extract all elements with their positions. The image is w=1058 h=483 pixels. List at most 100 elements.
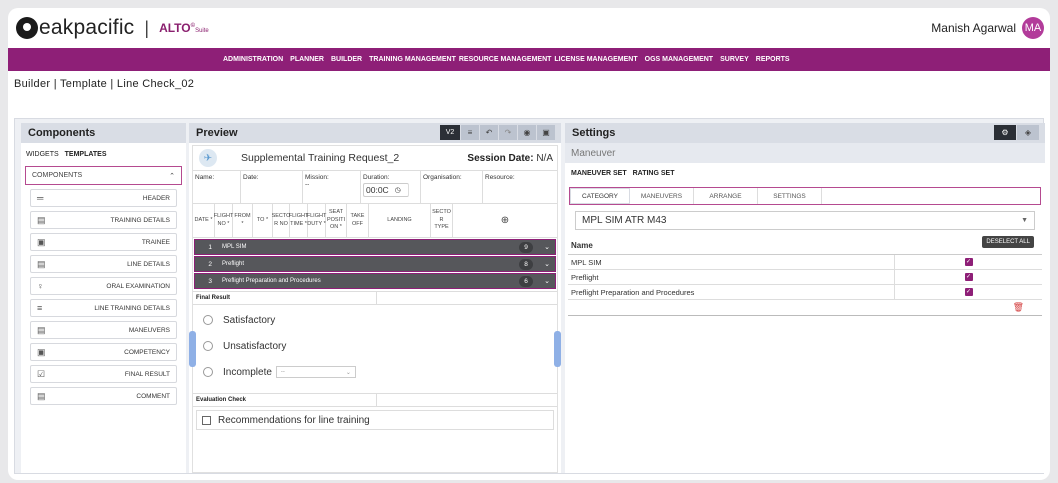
save-icon[interactable]: ▣ [537,125,555,140]
gear-icon[interactable]: ⚙ [994,125,1016,140]
preview-toolbar: V2 ≡ ↶ ↷ ◉ ▣ [440,125,555,140]
nav-survey[interactable]: SURVEY [720,56,749,63]
component-label: FINAL RESULT [124,370,170,378]
tab-templates[interactable]: TEMPLATES [65,151,107,158]
document-icon: ▤ [37,324,46,335]
logo[interactable]: eakpacific | ALTO©Suite [16,16,209,40]
tab-category[interactable]: CATEGORY [570,188,630,204]
tab-maneuvers[interactable]: MANEUVERS [630,188,694,204]
chevron-down-icon[interactable]: ⌄ [544,277,550,285]
components-select-label: COMPONENTS [32,172,83,179]
rating-set-link[interactable]: RATING SET [633,170,675,177]
radio-icon [203,341,213,351]
nav-builder[interactable]: BUILDER [331,56,362,63]
settings-links: MANEUVER SET RATING SET [565,163,1045,183]
incomplete-select[interactable]: -- ⌄ [275,366,356,378]
option-incomplete[interactable]: Incomplete -- ⌄ [193,359,557,385]
component-item[interactable]: ▣ COMPETENCY [30,343,177,361]
maneuver-rows: 1 MPL SIM 9 ⌄ 2 Preflight 8 ⌄ 3 Preflight Prepara… [193,239,557,289]
layers-icon[interactable]: ◈ [1017,125,1039,140]
name-column-header: Name [571,241,593,250]
component-item[interactable]: ▣ TRAINEE [30,233,177,251]
option-satisfactory[interactable]: Satisfactory [193,307,557,333]
deselect-all-button[interactable]: DESELECT ALL [982,236,1034,248]
checkbox-checked-icon[interactable]: ✓ [964,288,973,296]
brand-separator: | [144,17,150,38]
eye-icon[interactable]: ◉ [518,125,536,140]
settings-tabs: CATEGORY MANEUVERS ARRANGE SETTINGS [569,187,1041,205]
table-row[interactable]: Preflight Preparation and Procedures ✓ [568,285,1042,300]
component-item[interactable]: ☑ FINAL RESULT [30,365,177,383]
checkbox-checked-icon[interactable]: ✓ [964,273,973,281]
component-label: TRAINEE [141,238,170,246]
col-seat-position: SEAT POSITI ON * [326,204,347,237]
maneuver-row[interactable]: 3 Preflight Preparation and Procedures 6 ⌄ [194,273,556,289]
option-unsatisfactory[interactable]: Unsatisfactory [193,333,557,359]
chevron-up-icon: ⌃ [169,172,175,180]
component-label: LINE DETAILS [127,260,170,268]
settings-toolbar: ⚙ ◈ [994,125,1039,140]
maneuver-row[interactable]: 2 Preflight 8 ⌄ [194,256,556,272]
maneuver-set-link[interactable]: MANEUVER SET [571,170,627,177]
component-item[interactable]: ▤ MANEUVERS [30,321,177,339]
nav-training-management[interactable]: TRAINING MANAGEMENT [369,56,456,63]
list-icon[interactable]: ≡ [461,125,479,140]
duration-field: Duration: 00:0C ◷ [361,171,421,203]
left-drawer-handle[interactable] [189,331,196,367]
component-label: HEADER [142,194,170,202]
checkbox-checked-icon[interactable]: ✓ [964,258,973,266]
user-name: Manish Agarwal [931,21,1016,35]
components-panel: Components WIDGETS TEMPLATES COMPONENTS … [21,123,186,473]
component-item[interactable]: ═ HEADER [30,189,177,207]
settings-title: Settings [565,123,1045,143]
col-from: FROM * [233,204,253,237]
component-label: LINE TRAINING DETAILS [94,304,170,312]
nav-planner[interactable]: PLANNER [290,56,324,63]
nav-reports[interactable]: REPORTS [756,56,790,63]
component-item[interactable]: ▤ COMMENT [30,387,177,405]
chevron-down-icon[interactable]: ⌄ [544,243,550,251]
comment-icon: ▤ [37,390,46,401]
table-row[interactable]: Preflight ✓ [568,270,1042,285]
person-card-icon: ▣ [37,236,46,247]
user-menu[interactable]: Manish Agarwal MA [931,17,1044,39]
component-list: ═ HEADER ▤ TRAINING DETAILS ▣ TRAINEE ▤ LINE DE… [21,189,186,405]
category-rows: MPL SIM ✓ Preflight ✓ Preflight Preparation … [568,255,1042,300]
components-select[interactable]: COMPONENTS ⌃ [25,166,182,185]
component-item[interactable]: ≡ LINE TRAINING DETAILS [30,299,177,317]
component-item[interactable]: ▤ LINE DETAILS [30,255,177,273]
component-tabs: WIDGETS TEMPLATES [21,143,186,166]
preview-panel: Preview V2 ≡ ↶ ↷ ◉ ▣ ✈ Supplemental Trai… [189,123,561,473]
product-name: ALTO©Suite [159,21,209,35]
col-to: TO * [253,204,273,237]
component-item[interactable]: ♀ ORAL EXAMINATION [30,277,177,295]
category-dropdown[interactable]: MPL SIM ATR M43 ▼ [575,211,1035,230]
nav-administration[interactable]: ADMINISTRATION [223,56,283,63]
nav-resource-management[interactable]: RESOURCE MANAGEMENT [459,56,552,63]
add-column-icon[interactable]: ⊕ [453,204,557,237]
duration-input[interactable]: 00:0C ◷ [363,183,409,197]
header-fields: Name: Date: Mission: -- Duration: 00:0C ◷ … [193,170,557,204]
undo-icon[interactable]: ↶ [480,125,498,140]
trash-icon[interactable]: 🗑 [568,300,1042,316]
card-icon: ▣ [37,346,46,357]
logo-mark-icon [16,17,38,39]
maneuver-row[interactable]: 1 MPL SIM 9 ⌄ [194,239,556,255]
components-title: Components [21,123,186,143]
chevron-down-icon[interactable]: ⌄ [544,260,550,268]
nav-ogs-management[interactable]: OGS MANAGEMENT [645,56,713,63]
redo-icon[interactable]: ↷ [499,125,517,140]
table-row[interactable]: MPL SIM ✓ [568,255,1042,270]
component-item[interactable]: ▤ TRAINING DETAILS [30,211,177,229]
tab-widgets[interactable]: WIDGETS [26,151,59,158]
nav-license-management[interactable]: LICENSE MANAGEMENT [554,56,637,63]
avatar[interactable]: MA [1022,17,1044,39]
settings-panel: Settings ⚙ ◈ Maneuver MANEUVER SET RATIN… [565,123,1045,473]
recommendation-checkbox[interactable]: Recommendations for line training [196,410,554,430]
right-drawer-handle[interactable] [554,331,561,367]
version-button[interactable]: V2 [440,125,460,140]
brand-name: eakpacific [39,16,135,39]
col-flight-time: FLIGHT TIME * [289,204,308,237]
tab-arrange[interactable]: ARRANGE [694,188,758,204]
tab-settings[interactable]: SETTINGS [758,188,822,204]
